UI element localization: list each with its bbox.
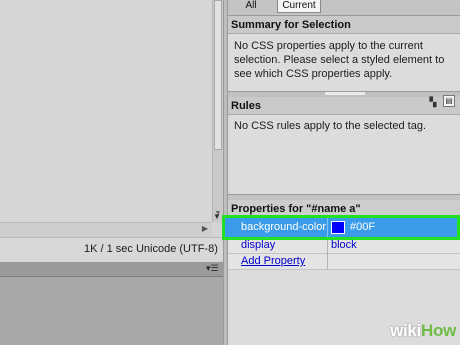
summary-message: No CSS properties apply to the current s… (234, 40, 445, 80)
wikihow-watermark: wikiHow (360, 320, 456, 342)
summary-section-title: Summary for Selection (228, 16, 460, 34)
tab-all[interactable]: All (236, 0, 266, 13)
grid-column-separator (327, 218, 328, 237)
vertical-scrollbar-thumb[interactable] (214, 0, 222, 150)
add-property-link[interactable]: Add Property (241, 254, 460, 269)
watermark-how: How (421, 321, 456, 340)
tab-current[interactable]: Current (277, 0, 321, 13)
watermark-wiki: wiki (390, 321, 422, 340)
property-name-background-color[interactable]: background-color (241, 220, 326, 235)
color-swatch-button[interactable] (331, 221, 345, 234)
status-encoding-text: 1K / 1 sec Unicode (UTF-8) (84, 243, 218, 255)
cascade-view-icon[interactable]: ▚ (427, 97, 439, 108)
resize-grip[interactable] (325, 92, 365, 95)
lower-panel (0, 277, 223, 345)
rules-section-title: Rules (228, 97, 460, 115)
property-value-display[interactable]: block (331, 238, 460, 253)
property-value-background-color[interactable]: #00F (350, 220, 375, 235)
scroll-right-arrow-icon[interactable]: ▶ (200, 223, 210, 235)
panel-options-menu-icon[interactable]: ▾☰ (206, 263, 219, 274)
collapse-panel-arrow-icon[interactable]: ▼ (213, 212, 221, 221)
lower-panel-header (0, 262, 223, 277)
horizontal-scrollbar[interactable] (0, 222, 212, 237)
rules-message: No CSS rules apply to the selected tag. (234, 120, 426, 132)
design-view-area[interactable] (0, 0, 214, 237)
about-view-icon[interactable]: ▤ (443, 95, 455, 107)
